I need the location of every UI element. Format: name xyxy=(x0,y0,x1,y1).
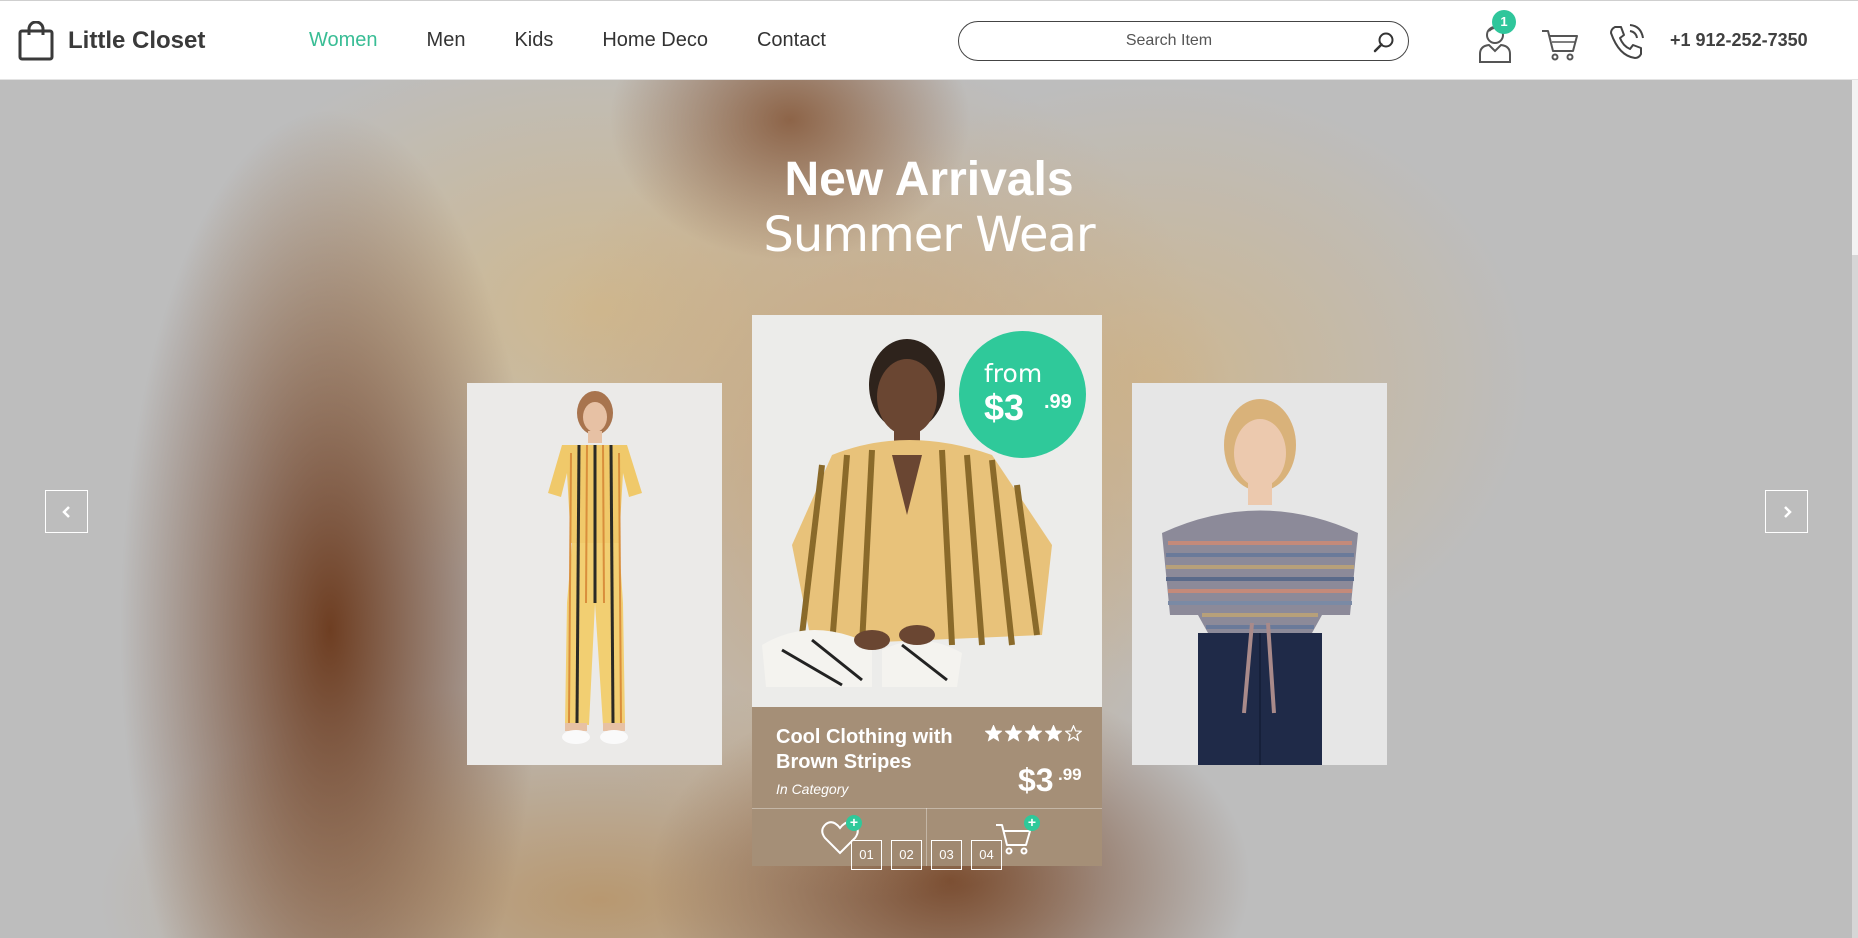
nav-item-kids[interactable]: Kids xyxy=(514,29,553,52)
nav-item-home-deco[interactable]: Home Deco xyxy=(602,29,708,52)
chevron-left-icon xyxy=(61,505,70,518)
chevron-right-icon xyxy=(1783,505,1792,518)
carousel-pager: 01 02 03 04 xyxy=(851,840,1002,870)
next-arrow-button[interactable] xyxy=(1765,490,1808,533)
nav-item-contact[interactable]: Contact xyxy=(757,29,826,52)
price-badge: from $3 .99 xyxy=(959,331,1086,458)
price-badge-amount: $3 xyxy=(984,387,1025,428)
cart-icon[interactable] xyxy=(1540,21,1580,63)
price-badge-from: from xyxy=(984,359,1043,388)
price-badge-cents: .99 xyxy=(1044,391,1072,413)
product-price-cents: .99 xyxy=(1058,765,1082,784)
page-scrollbar[interactable] xyxy=(1852,80,1858,938)
star-filled-icon xyxy=(985,725,1002,742)
phone-icon[interactable] xyxy=(1606,21,1646,63)
hero-subtitle: Summer Wear xyxy=(763,207,1095,263)
pager-item-04[interactable]: 04 xyxy=(971,840,1002,870)
hero-banner: New Arrivals Summer Wear from $3 .99 Coo… xyxy=(0,80,1858,938)
product-name[interactable]: Cool Clothing with Brown Stripes xyxy=(776,725,976,775)
divider xyxy=(752,808,1102,809)
search-icon[interactable] xyxy=(1372,30,1396,54)
brand-logo[interactable]: Little Closet xyxy=(18,21,205,61)
plus-icon: + xyxy=(1024,815,1040,831)
pager-item-02[interactable]: 02 xyxy=(891,840,922,870)
search-input[interactable] xyxy=(979,28,1359,54)
product-card-featured[interactable]: from $3 .99 Cool Clothing with Brown Str… xyxy=(752,315,1102,866)
brand-name: Little Closet xyxy=(68,27,206,54)
prev-arrow-button[interactable] xyxy=(45,490,88,533)
nav-item-men[interactable]: Men xyxy=(427,29,466,52)
pager-item-01[interactable]: 01 xyxy=(851,840,882,870)
product-image-striped-top xyxy=(1132,383,1387,765)
product-card-next[interactable] xyxy=(1132,383,1387,765)
top-navbar: Little Closet Women Men Kids Home Deco C… xyxy=(0,0,1858,80)
product-card-prev[interactable] xyxy=(467,383,722,765)
plus-icon: + xyxy=(846,815,862,831)
product-category[interactable]: In Category xyxy=(776,781,848,797)
hero-title: New Arrivals xyxy=(784,153,1074,206)
star-filled-icon xyxy=(1025,725,1042,742)
star-filled-icon xyxy=(1005,725,1022,742)
product-image-yellow-jumpsuit xyxy=(467,383,722,765)
main-menu: Women Men Kids Home Deco Contact xyxy=(309,29,875,52)
product-rating xyxy=(985,725,1082,742)
product-price: $3 xyxy=(1018,762,1054,798)
phone-number[interactable]: +1 912-252-7350 xyxy=(1670,30,1808,51)
star-empty-icon xyxy=(1065,725,1082,742)
nav-item-women[interactable]: Women xyxy=(309,29,378,52)
scrollbar-thumb[interactable] xyxy=(1852,80,1858,255)
search-box xyxy=(958,21,1409,61)
user-notification-badge: 1 xyxy=(1492,10,1516,34)
pager-item-03[interactable]: 03 xyxy=(931,840,962,870)
star-filled-icon xyxy=(1045,725,1062,742)
shopping-bag-icon xyxy=(18,21,54,61)
